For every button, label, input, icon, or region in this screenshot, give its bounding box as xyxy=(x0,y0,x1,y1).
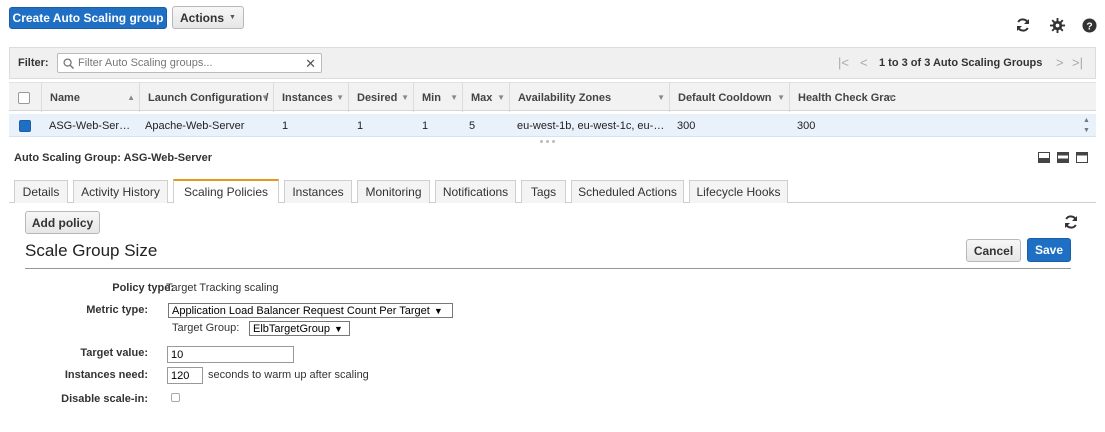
sort-icon: ▼ xyxy=(450,93,458,102)
instances-need-label: Instances need: xyxy=(64,369,148,381)
column-header-max[interactable]: Max ▼ xyxy=(462,83,509,112)
sort-icon: ▼ xyxy=(261,93,269,102)
sort-icon: ▼ xyxy=(401,93,409,102)
tab-activity-history[interactable]: Activity History xyxy=(73,180,168,203)
refresh-policies-icon[interactable] xyxy=(1062,213,1080,231)
actions-button[interactable]: Actions ▼ xyxy=(172,6,244,29)
row-checkbox[interactable] xyxy=(19,119,31,132)
svg-text:?: ? xyxy=(1086,21,1092,32)
target-group-label: Target Group: xyxy=(172,322,240,334)
row-select-cell xyxy=(9,114,41,137)
table-row[interactable]: ASG-Web-Ser… Apache-Web-Server 1 1 1 5 e… xyxy=(9,114,1096,137)
cell-instances: 1 xyxy=(282,119,289,132)
pagination-text: 1 to 3 of 3 Auto Scaling Groups xyxy=(879,57,1043,69)
gear-icon[interactable] xyxy=(1048,16,1066,34)
sort-icon: ▼ xyxy=(887,93,895,102)
tab-details[interactable]: Details xyxy=(14,180,68,203)
target-value-input[interactable]: 10 xyxy=(167,346,294,363)
prev-page-icon[interactable]: < xyxy=(860,55,868,70)
tab-tags[interactable]: Tags xyxy=(521,180,566,203)
create-auto-scaling-group-button[interactable]: Create Auto Scaling group xyxy=(9,7,167,29)
layout-bottom-icon[interactable] xyxy=(1038,152,1050,163)
column-header-desired[interactable]: Desired ▼ xyxy=(348,83,413,112)
tab-instances[interactable]: Instances xyxy=(284,180,352,203)
metric-type-select[interactable]: Application Load Balancer Request Count … xyxy=(168,303,453,318)
clear-filter-icon[interactable]: ✕ xyxy=(305,56,316,72)
metric-type-label: Metric type: xyxy=(86,304,148,316)
add-policy-button[interactable]: Add policy xyxy=(25,211,100,234)
table-header: Name ▲ Launch Configuration / ▼ Instances ▼… xyxy=(9,82,1096,112)
policy-type-value: Target Tracking scaling xyxy=(166,282,279,294)
target-group-select[interactable]: ElbTargetGroup ▼ xyxy=(249,321,350,336)
column-header-name[interactable]: Name ▲ xyxy=(41,83,139,112)
filter-label: Filter: xyxy=(18,57,49,69)
chevron-down-icon: ▼ xyxy=(433,305,443,316)
column-header-availability-zones[interactable]: Availability Zones ▼ xyxy=(509,83,669,112)
help-icon[interactable]: ? xyxy=(1080,16,1098,34)
tab-scheduled-actions[interactable]: Scheduled Actions xyxy=(571,180,684,203)
last-page-icon[interactable]: >| xyxy=(1072,55,1083,70)
filter-placeholder: Filter Auto Scaling groups... xyxy=(78,57,213,69)
instances-need-input[interactable]: 120 xyxy=(167,367,203,384)
cell-launch-configuration: Apache-Web-Server xyxy=(145,119,245,132)
first-page-icon[interactable]: |< xyxy=(838,55,849,70)
cell-default-cooldown: 300 xyxy=(677,119,696,132)
sort-icon: ▼ xyxy=(777,93,785,102)
cancel-button[interactable]: Cancel xyxy=(966,239,1021,262)
tab-scaling-policies[interactable]: Scaling Policies xyxy=(173,179,279,203)
disable-scale-in-label: Disable scale-in: xyxy=(61,393,148,405)
column-header-health-check-grace[interactable]: Health Check Grac ▼ xyxy=(789,83,899,112)
tab-monitoring[interactable]: Monitoring xyxy=(357,180,430,203)
refresh-icon[interactable] xyxy=(1014,16,1032,34)
save-button[interactable]: Save xyxy=(1027,238,1071,262)
sort-icon: ▼ xyxy=(497,93,505,102)
cell-min: 1 xyxy=(422,119,429,132)
actions-label: Actions xyxy=(180,10,225,25)
pane-resize-handle[interactable] xyxy=(540,140,564,146)
column-header-launch-configuration[interactable]: Launch Configuration / ▼ xyxy=(139,83,273,112)
policy-type-label: Policy type: xyxy=(112,282,174,294)
select-all-cell xyxy=(9,83,41,112)
chevron-down-icon: ▼ xyxy=(334,323,343,334)
instances-need-suffix: seconds to warm up after scaling xyxy=(208,369,369,381)
sort-icon: ▼ xyxy=(336,93,344,102)
cell-health-check-grace: 300 xyxy=(797,119,816,132)
next-page-icon[interactable]: > xyxy=(1056,55,1064,70)
scroll-down-icon[interactable]: ▼ xyxy=(1083,127,1090,134)
search-icon xyxy=(63,57,74,69)
filter-input[interactable]: Filter Auto Scaling groups... ✕ xyxy=(57,53,322,73)
chevron-down-icon: ▼ xyxy=(229,14,236,21)
column-header-instances[interactable]: Instances ▼ xyxy=(273,83,348,112)
disable-scale-in-checkbox[interactable] xyxy=(171,393,180,402)
sort-asc-icon: ▲ xyxy=(127,93,135,102)
section-divider xyxy=(25,268,1071,269)
policy-section-title: Scale Group Size xyxy=(25,241,158,260)
cell-name: ASG-Web-Ser… xyxy=(49,119,131,132)
layout-top-icon[interactable] xyxy=(1076,152,1088,163)
column-header-min[interactable]: Min ▼ xyxy=(413,83,462,112)
cell-availability-zones: eu-west-1b, eu-west-1c, eu-… xyxy=(517,119,665,132)
tab-lifecycle-hooks[interactable]: Lifecycle Hooks xyxy=(689,180,788,203)
scroll-up-icon[interactable]: ▲ xyxy=(1083,117,1090,124)
cell-desired: 1 xyxy=(357,119,364,132)
target-value-label: Target value: xyxy=(80,347,148,359)
select-all-checkbox[interactable] xyxy=(18,91,30,104)
tab-notifications[interactable]: Notifications xyxy=(435,180,516,203)
sort-icon: ▼ xyxy=(657,93,665,102)
cell-max: 5 xyxy=(469,119,476,132)
details-title: Auto Scaling Group: ASG-Web-Server xyxy=(14,152,213,164)
column-header-default-cooldown[interactable]: Default Cooldown ▼ xyxy=(669,83,789,112)
layout-split-icon[interactable] xyxy=(1057,152,1069,163)
